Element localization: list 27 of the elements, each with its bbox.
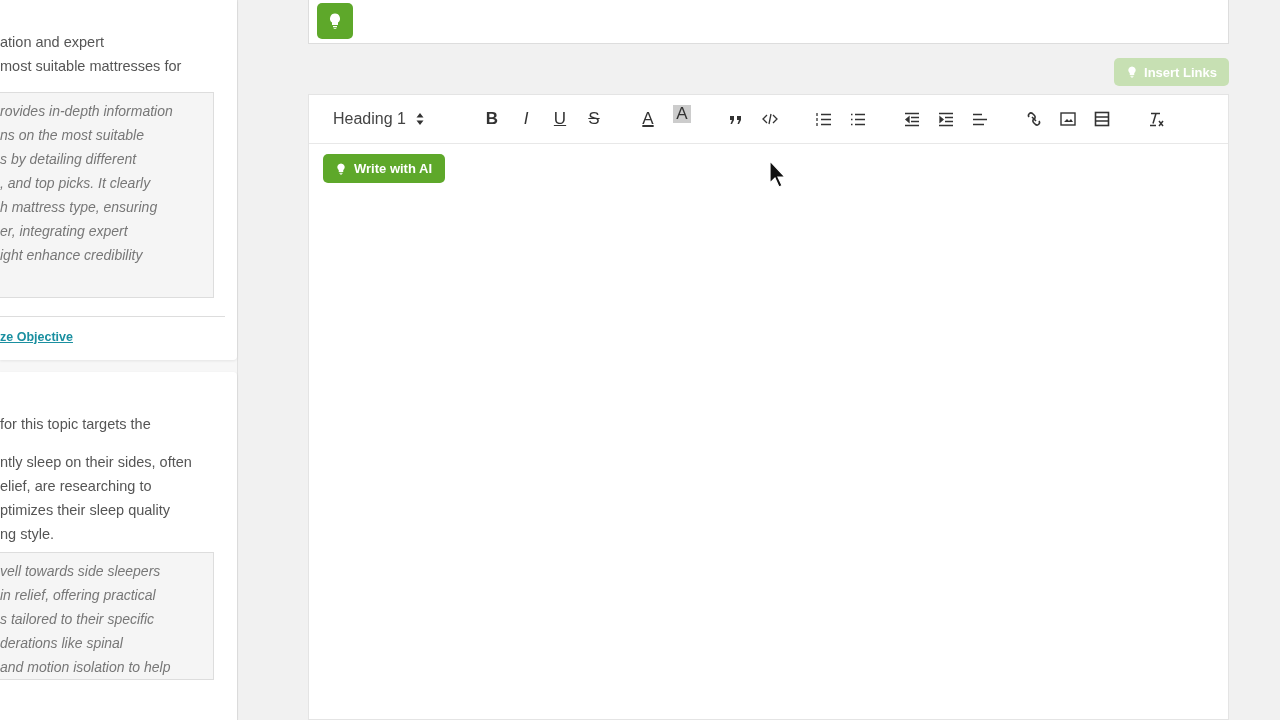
paragraph-text: ation and expert most suitable mattresses for: [0, 33, 183, 76]
italic-button[interactable]: I: [509, 105, 543, 133]
link-icon: [1026, 110, 1042, 128]
quote-text: rovides in-depth information ns on the most suitable s by detailing different , and top picks. It clearly h mattress type, ensuring er, integrating expert ight enhance credibility: [0, 92, 214, 298]
film-icon: [1094, 110, 1110, 128]
lightbulb-icon: [327, 13, 343, 29]
idea-button[interactable]: [317, 3, 353, 39]
lightbulb-icon: [335, 162, 347, 175]
underline-button[interactable]: U: [543, 105, 577, 133]
bold-button[interactable]: B: [475, 105, 509, 133]
image-icon: [1060, 110, 1076, 128]
quote-text: vell towards side sleepers in relief, offering practical s tailored to their specific derations like spinal and motion isolation to help: [0, 552, 214, 680]
strikethrough-button[interactable]: S: [577, 105, 611, 133]
up-down-caret-icon: [415, 112, 424, 126]
heading-select[interactable]: Heading 1: [329, 110, 439, 128]
lightbulb-icon: [1126, 66, 1139, 78]
clear-format-icon: [1148, 110, 1164, 128]
outdent-icon: [904, 110, 920, 128]
objective-link[interactable]: ze Objective: [0, 330, 73, 344]
numbered-list-icon: [816, 110, 832, 128]
paragraph-text: for this topic targets the: [0, 415, 152, 434]
text-color-button[interactable]: A: [631, 105, 665, 133]
rich-text-editor[interactable]: Heading 1 B I U S A A Write with AI: [308, 94, 1229, 720]
mouse-cursor-icon: [769, 160, 787, 188]
paragraph-text: ntly sleep on their sides, often elief, are researching to ptimizes their sleep quality ng style.: [0, 453, 193, 544]
indent-icon: [938, 110, 954, 128]
highlight-color-button[interactable]: A: [673, 105, 691, 123]
